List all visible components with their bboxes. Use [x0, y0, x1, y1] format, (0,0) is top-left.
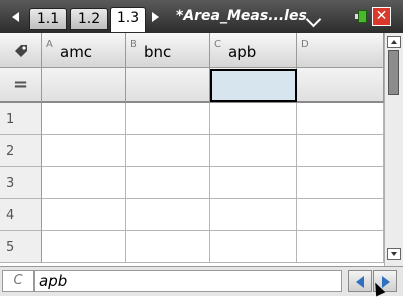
formula-cell-b[interactable]	[126, 68, 210, 103]
arrow-down-icon	[391, 252, 397, 256]
row-number: 3	[6, 176, 15, 191]
cell-a4[interactable]	[42, 199, 126, 231]
row-number: 5	[6, 240, 15, 255]
cell-a2[interactable]	[42, 135, 126, 167]
tag-icon	[15, 45, 27, 57]
cell-d2[interactable]	[297, 135, 384, 167]
battery-icon	[355, 9, 369, 24]
document-title[interactable]: *Area_Meas...les	[176, 8, 307, 24]
column-letter: B	[130, 39, 137, 50]
column-header-d[interactable]: D	[297, 33, 384, 68]
cell-c1[interactable]	[210, 103, 297, 135]
prev-page-icon[interactable]	[12, 12, 19, 22]
column-name: amc	[60, 43, 93, 61]
row-header-3[interactable]: 3	[0, 167, 42, 199]
nav-left-icon	[356, 276, 364, 288]
entry-input[interactable]: apb	[34, 270, 342, 292]
tab-1-2[interactable]: 1.2	[70, 8, 108, 30]
row-number: 2	[6, 144, 15, 159]
arrow-up-icon	[391, 40, 397, 44]
row-header-2[interactable]: 2	[0, 135, 42, 167]
entry-line: C apb	[0, 266, 403, 296]
entry-prev-button[interactable]	[348, 270, 372, 292]
column-name: apb	[228, 43, 257, 61]
cell-b3[interactable]	[126, 167, 210, 199]
scroll-up-button[interactable]	[387, 36, 401, 48]
cell-d5[interactable]	[297, 231, 384, 263]
scrollbar-thumb[interactable]	[388, 50, 399, 95]
row-header-1[interactable]: 1	[0, 103, 42, 135]
selected-formula-cell-c[interactable]	[210, 69, 297, 102]
cell-a1[interactable]	[42, 103, 126, 135]
ti-nspire-window: 1.1 1.2 1.3 *Area_Meas...les ✕ A amc B b…	[0, 0, 403, 297]
tab-1-1[interactable]: 1.1	[29, 8, 67, 30]
column-header-corner	[0, 33, 42, 68]
cell-d3[interactable]	[297, 167, 384, 199]
row-header-5[interactable]: 5	[0, 231, 42, 263]
next-page-icon[interactable]	[152, 12, 159, 22]
scroll-down-button[interactable]	[387, 248, 401, 260]
cell-b1[interactable]	[126, 103, 210, 135]
cell-d4[interactable]	[297, 199, 384, 231]
column-letter: C	[214, 39, 221, 50]
chevron-down-icon[interactable]	[305, 11, 322, 28]
vertical-scrollbar[interactable]	[384, 33, 403, 266]
tab-1-3[interactable]: 1.3	[110, 7, 146, 32]
cell-d1[interactable]	[297, 103, 384, 135]
tab-bar: 1.1 1.2 1.3 *Area_Meas...les ✕	[0, 0, 403, 33]
spreadsheet: A amc B bnc C apb D = 1 2 3 4 5	[0, 33, 403, 266]
row-header-4[interactable]: 4	[0, 199, 42, 231]
row-number: 4	[6, 208, 15, 223]
column-header-a[interactable]: A amc	[42, 33, 126, 68]
column-letter: A	[46, 39, 53, 50]
column-header-c[interactable]: C apb	[210, 33, 297, 68]
equals-symbol: =	[13, 74, 29, 95]
column-header-b[interactable]: B bnc	[126, 33, 210, 68]
cell-a5[interactable]	[42, 231, 126, 263]
formula-cell-d[interactable]	[297, 68, 384, 103]
cell-b2[interactable]	[126, 135, 210, 167]
row-number: 1	[6, 112, 15, 127]
nav-right-icon	[382, 276, 390, 288]
cell-c3[interactable]	[210, 167, 297, 199]
entry-cell-reference: C	[2, 270, 34, 292]
cell-b5[interactable]	[126, 231, 210, 263]
column-name: bnc	[144, 43, 172, 61]
cell-c4[interactable]	[210, 199, 297, 231]
column-letter: D	[301, 39, 309, 50]
formula-cell-a[interactable]	[42, 68, 126, 103]
cell-b4[interactable]	[126, 199, 210, 231]
close-button[interactable]: ✕	[372, 7, 391, 26]
cell-c5[interactable]	[210, 231, 297, 263]
cell-c2[interactable]	[210, 135, 297, 167]
formula-row-header: =	[0, 68, 42, 103]
cell-a3[interactable]	[42, 167, 126, 199]
